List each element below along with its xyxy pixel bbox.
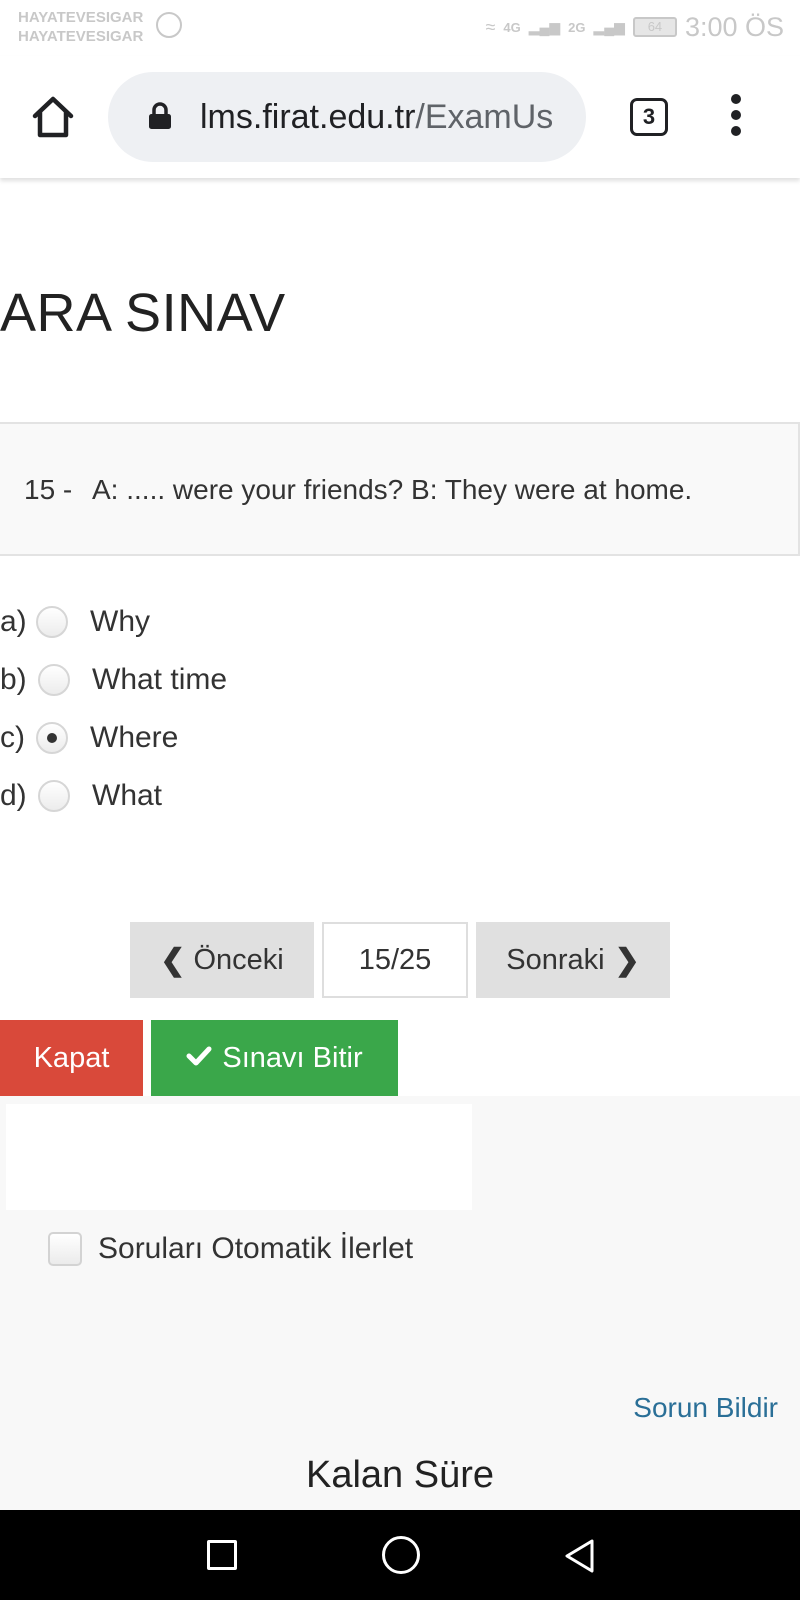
finish-exam-button[interactable]: Sınavı Bitir: [151, 1020, 398, 1096]
carrier-line-2: HAYATEVESIGAR: [18, 28, 144, 45]
option-label[interactable]: What time: [92, 663, 227, 697]
back-icon[interactable]: [560, 1536, 600, 1576]
clock: 3:00 ÖS: [684, 11, 784, 42]
radio-button[interactable]: [38, 780, 70, 812]
carrier-labels: HAYATEVESIGAR HAYATEVESIGAR: [18, 8, 143, 46]
option-b[interactable]: b) What time: [0, 658, 227, 702]
option-letter: b): [0, 663, 27, 696]
recents-icon[interactable]: [207, 1540, 237, 1570]
finish-exam-label: Sınavı Bitir: [222, 1041, 363, 1074]
wifi-icon: ≈: [485, 16, 496, 37]
signal-bars-icon: ▂▄▆: [528, 18, 561, 35]
option-letter: d): [0, 779, 27, 812]
question-number: 15 -: [24, 474, 73, 505]
browser-toolbar: lms.firat.edu.tr/ExamUs 3: [0, 56, 800, 178]
home-icon[interactable]: [28, 92, 78, 142]
exam-footer: Soruları Otomatik İlerlet Sorun Bildir K…: [0, 1096, 800, 1510]
url-path: /ExamUs: [415, 98, 554, 136]
option-label[interactable]: What: [92, 779, 162, 813]
option-letter: a): [0, 605, 27, 638]
signal-bars-icon-2: ▂▄▆: [593, 18, 625, 35]
address-bar[interactable]: lms.firat.edu.tr/ExamUs: [108, 72, 586, 162]
page-indicator[interactable]: 15/25: [322, 922, 468, 998]
auto-advance-label[interactable]: Soruları Otomatik İlerlet: [98, 1232, 413, 1266]
radio-button[interactable]: [38, 664, 70, 696]
radio-button[interactable]: [36, 606, 68, 638]
option-letter: c): [0, 721, 25, 754]
signal-2g: 2G: [568, 19, 586, 35]
question-box: 15 - A: ..... were your friends? B: They…: [0, 422, 800, 556]
chevron-left-icon: ❮: [160, 943, 186, 977]
lock-icon: [148, 102, 172, 130]
next-button[interactable]: Sonraki ❯: [476, 922, 670, 998]
page-title: ARA SINAV: [0, 283, 286, 343]
url-text: lms.firat.edu.tr/ExamUs: [200, 94, 570, 140]
option-c[interactable]: c) Where: [0, 716, 178, 760]
check-icon: [186, 1042, 212, 1075]
battery-icon: 64: [632, 17, 677, 37]
option-d[interactable]: d) What: [0, 774, 162, 818]
whatsapp-icon: [156, 12, 182, 38]
previous-button[interactable]: ❮ Önceki: [130, 922, 314, 998]
next-label: Sonraki: [506, 943, 605, 976]
tab-switcher-button[interactable]: 3: [630, 98, 668, 136]
auto-advance-option[interactable]: Soruları Otomatik İlerlet: [48, 1232, 413, 1266]
signal-4g: 4G: [503, 19, 521, 35]
url-host: lms.firat.edu.tr: [200, 98, 416, 136]
option-a[interactable]: a) Why: [0, 600, 150, 644]
close-button[interactable]: Kapat: [0, 1020, 143, 1096]
radio-button-selected[interactable]: [36, 722, 68, 754]
remaining-time-label: Kalan Süre: [305, 1454, 494, 1496]
option-label[interactable]: Why: [90, 605, 150, 639]
home-circle-icon[interactable]: [382, 1536, 420, 1574]
system-navigation-bar: [0, 1510, 800, 1600]
status-bar: HAYATEVESIGAR HAYATEVESIGAR ≈ 4G ▂▄▆ 2G …: [0, 0, 800, 56]
option-label[interactable]: Where: [90, 721, 178, 755]
overflow-menu-icon[interactable]: [724, 94, 748, 140]
report-problem-link[interactable]: Sorun Bildir: [633, 1392, 778, 1424]
previous-label: Önceki: [193, 943, 284, 976]
carrier-line-1: HAYATEVESIGAR: [18, 9, 144, 26]
status-indicators: ≈ 4G ▂▄▆ 2G ▂▄▆ 64 3:00 ÖS: [485, 10, 784, 44]
chevron-right-icon: ❯: [614, 943, 640, 977]
question-text: A: ..... were your friends? B: They were…: [92, 474, 693, 505]
blank-panel: [6, 1104, 472, 1210]
auto-advance-checkbox[interactable]: [48, 1232, 82, 1266]
